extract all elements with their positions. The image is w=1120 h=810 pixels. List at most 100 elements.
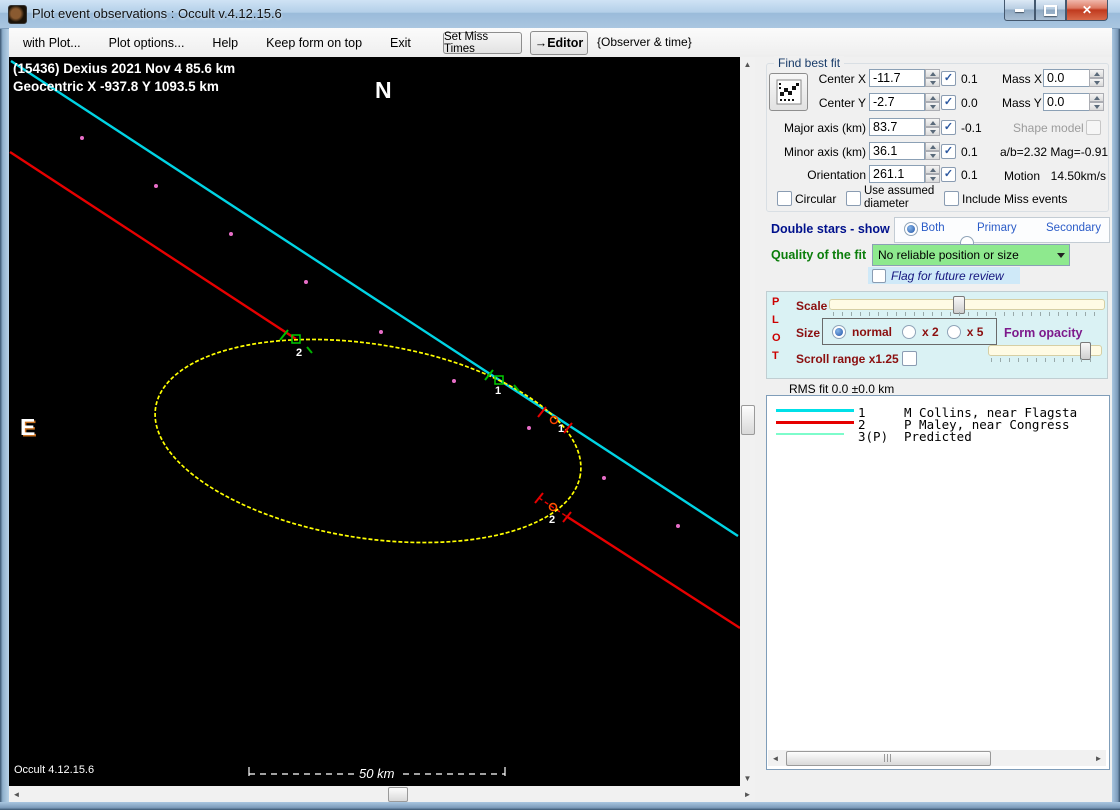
size-radio-group: normal x 2 x 5: [822, 318, 997, 345]
dropdown-arrow-icon[interactable]: [1052, 245, 1069, 265]
minimize-icon: [1015, 8, 1024, 12]
center-y-input[interactable]: [869, 93, 925, 111]
menu-keep-on-top[interactable]: Keep form on top: [252, 36, 376, 50]
center-x-delta: 0.1: [961, 72, 978, 86]
use-assumed-checkbox[interactable]: [846, 191, 861, 206]
orientation-spinner[interactable]: [925, 165, 940, 183]
editor-button[interactable]: →Editor: [530, 31, 588, 55]
horizontal-scroll-thumb[interactable]: [388, 787, 408, 802]
include-miss-label: Include Miss events: [962, 192, 1068, 206]
listbox-scroll-thumb[interactable]: [786, 750, 991, 766]
window-border-right: [1112, 0, 1120, 810]
menu-help[interactable]: Help: [198, 36, 252, 50]
circular-checkbox[interactable]: [777, 191, 792, 206]
quality-combobox[interactable]: No reliable position or size: [872, 244, 1070, 266]
minor-axis-delta: 0.1: [961, 145, 978, 159]
minimize-button[interactable]: [1004, 0, 1035, 21]
major-axis-spinner[interactable]: [925, 118, 940, 136]
plot-title-line2: Geocentric X -937.8 Y 1093.5 km: [13, 79, 219, 94]
scroll-down-icon[interactable]: ▼: [740, 771, 755, 786]
listbox-scroll-left-icon[interactable]: ◄: [768, 750, 783, 766]
double-stars-label: Double stars - show: [771, 222, 890, 236]
observer-time-label: {Observer & time}: [597, 35, 692, 49]
compass-north-label: N: [375, 77, 392, 103]
compass-east-label: E: [20, 414, 35, 440]
use-assumed-label: Use assumed diameter: [864, 185, 935, 211]
close-button[interactable]: ✕: [1066, 0, 1108, 21]
scroll-left-icon[interactable]: ◄: [9, 786, 24, 802]
maximize-button[interactable]: [1035, 0, 1066, 21]
title-bar[interactable]: Plot event observations : Occult v.4.12.…: [0, 0, 1120, 29]
scale-bar-label: 50 km: [359, 766, 395, 781]
flag-review-checkbox[interactable]: [872, 268, 886, 283]
orientation-input[interactable]: [869, 165, 925, 183]
center-y-checkbox[interactable]: ✓: [941, 95, 956, 110]
menu-exit[interactable]: Exit: [376, 36, 425, 50]
legend-num-3: 3(P): [858, 429, 889, 444]
double-stars-primary-label[interactable]: Primary: [977, 222, 1017, 234]
plot-letter-t: T: [772, 350, 779, 362]
scroll-range-checkbox[interactable]: [902, 351, 917, 366]
major-axis-label: Major axis (km): [783, 121, 866, 135]
set-miss-times-button[interactable]: Set Miss Times: [443, 31, 522, 55]
minor-axis-spinner[interactable]: [925, 142, 940, 160]
plot-horizontal-scrollbar[interactable]: ◄ ►: [9, 786, 755, 802]
scale-label: Scale: [796, 299, 828, 313]
mass-x-spinner[interactable]: [1089, 69, 1104, 87]
observer-listbox[interactable]: 1 M Collins, near Flagsta 2 P Maley, nea…: [766, 395, 1110, 770]
orientation-delta: 0.1: [961, 168, 978, 182]
plot-letter-o: O: [772, 332, 781, 344]
listbox-horizontal-scrollbar[interactable]: ◄ ►: [768, 750, 1106, 766]
opacity-slider-ticks: [991, 358, 1098, 362]
center-y-spinner[interactable]: [925, 93, 940, 111]
double-stars-both-label[interactable]: Both: [921, 222, 945, 234]
window-border-bottom: [0, 802, 1120, 810]
vertical-scroll-thumb[interactable]: [741, 405, 755, 435]
size-normal-radio[interactable]: [832, 324, 846, 339]
window-title: Plot event observations : Occult v.4.12.…: [32, 6, 282, 21]
plot-vertical-scrollbar[interactable]: ▲ ▼: [740, 57, 755, 786]
chord2-entry-label: 2: [296, 347, 302, 359]
plot-letter-l: L: [772, 314, 779, 326]
double-stars-both-radio[interactable]: [904, 222, 918, 236]
include-miss-checkbox[interactable]: [944, 191, 959, 206]
window-border-left: [0, 28, 9, 810]
orientation-checkbox[interactable]: ✓: [941, 167, 956, 182]
chord1-entry-label: 1: [495, 385, 501, 397]
center-x-input[interactable]: [869, 69, 925, 87]
center-x-checkbox[interactable]: ✓: [941, 71, 956, 86]
mass-y-input[interactable]: [1043, 93, 1090, 111]
major-axis-input[interactable]: [869, 118, 925, 136]
major-axis-checkbox[interactable]: ✓: [941, 120, 956, 135]
size-normal-label[interactable]: normal: [852, 325, 892, 339]
menu-plot-options[interactable]: Plot options...: [95, 36, 199, 50]
double-stars-secondary-label[interactable]: Secondary: [1046, 222, 1101, 234]
circular-label: Circular: [795, 192, 837, 206]
motion-value: 14.50km/s: [1050, 169, 1106, 183]
size-x5-label[interactable]: x 5: [967, 325, 984, 339]
legend-row-1[interactable]: 1 M Collins, near Flagsta: [767, 405, 1107, 420]
occultation-plot: 2 1 1 2 (15436) Dexius 2021 Nov 4 85.6 k…: [9, 57, 741, 786]
legend-row-3[interactable]: 3(P) Predicted: [767, 429, 1107, 444]
size-x2-label[interactable]: x 2: [922, 325, 939, 339]
size-x2-radio[interactable]: [902, 324, 917, 339]
scale-slider-track[interactable]: [829, 299, 1105, 310]
major-axis-delta: -0.1: [961, 121, 982, 135]
legend-row-2[interactable]: 2 P Maley, near Congress: [767, 417, 1107, 432]
scroll-up-icon[interactable]: ▲: [740, 57, 755, 72]
quality-value: No reliable position or size: [878, 248, 1019, 262]
scale-slider-ticks: [833, 312, 1101, 316]
listbox-scroll-right-icon[interactable]: ►: [1091, 750, 1106, 766]
center-x-spinner[interactable]: [925, 69, 940, 87]
mass-y-spinner[interactable]: [1089, 93, 1104, 111]
minor-axis-checkbox[interactable]: ✓: [941, 144, 956, 159]
size-x5-radio[interactable]: [946, 324, 961, 339]
minor-axis-label: Minor axis (km): [783, 145, 866, 159]
plot-canvas[interactable]: 2 1 1 2 (15436) Dexius 2021 Nov 4 85.6 k…: [9, 57, 741, 786]
find-best-fit-label: Find best fit: [774, 56, 845, 70]
scroll-right-icon[interactable]: ►: [740, 786, 755, 802]
scroll-range-label: Scroll range x1.25: [796, 352, 899, 366]
menu-with-plot[interactable]: with Plot...: [9, 36, 95, 50]
minor-axis-input[interactable]: [869, 142, 925, 160]
mass-x-input[interactable]: [1043, 69, 1090, 87]
